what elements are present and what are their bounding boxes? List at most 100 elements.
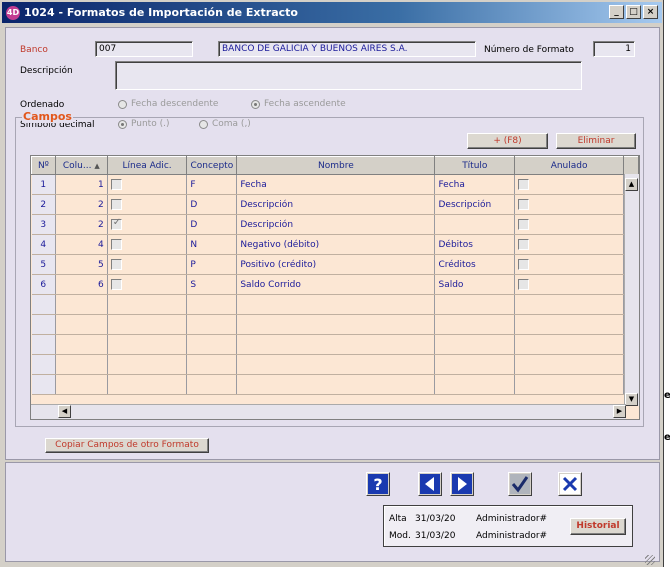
cell-anulado[interactable] xyxy=(514,174,625,195)
accept-button[interactable] xyxy=(508,472,532,496)
cancel-button[interactable] xyxy=(558,472,582,496)
title-bar[interactable]: 4D 1024 - Formatos de Importación de Ext… xyxy=(2,2,662,23)
cell-nombre[interactable]: Negativo (débito) xyxy=(236,234,436,255)
horizontal-scrollbar[interactable]: ◀ ▶ xyxy=(31,404,626,419)
table-row[interactable]: 4 4 N Negativo (débito) Débitos xyxy=(31,234,639,255)
cell-linea[interactable] xyxy=(107,274,188,295)
cell-nombre[interactable]: Descripción xyxy=(236,214,436,235)
anulado-checkbox[interactable] xyxy=(518,279,530,290)
linea-checkbox[interactable] xyxy=(110,179,122,190)
cell-titulo[interactable]: Créditos xyxy=(434,254,516,275)
cell-concepto[interactable]: F xyxy=(186,174,238,195)
cell-titulo[interactable]: Fecha xyxy=(434,174,516,195)
cell-columna[interactable]: 1 xyxy=(55,174,108,195)
linea-checkbox[interactable] xyxy=(110,239,122,250)
resize-grip-icon[interactable] xyxy=(645,555,655,565)
cell-concepto[interactable]: S xyxy=(186,274,238,295)
anulado-checkbox[interactable] xyxy=(518,219,530,230)
anulado-checkbox[interactable] xyxy=(518,199,530,210)
empty-row[interactable] xyxy=(31,354,639,375)
copy-fields-button[interactable]: Copiar Campos de otro Formato xyxy=(45,438,209,453)
empty-row[interactable] xyxy=(31,374,639,395)
cell-columna[interactable]: 2 xyxy=(55,194,108,215)
cell-linea[interactable] xyxy=(107,174,188,195)
cell-columna[interactable]: 4 xyxy=(55,234,108,255)
cell-columna[interactable]: 6 xyxy=(55,274,108,295)
banco-code-field[interactable]: 007 xyxy=(95,41,193,57)
cell-nombre[interactable]: Positivo (crédito) xyxy=(236,254,436,275)
empty-cell xyxy=(236,374,436,395)
cell-concepto[interactable]: N xyxy=(186,234,238,255)
linea-checkbox[interactable] xyxy=(110,217,122,230)
radio-fecha-ascendente[interactable]: Fecha ascendente xyxy=(251,99,346,109)
cell-anulado[interactable] xyxy=(514,254,625,275)
cell-anulado[interactable] xyxy=(514,274,625,295)
cell-nombre[interactable]: Saldo Corrido xyxy=(236,274,436,295)
table-row[interactable]: 5 5 P Positivo (crédito) Créditos xyxy=(31,254,639,275)
descripcion-field[interactable] xyxy=(115,61,582,90)
col-header-concepto[interactable]: Concepto xyxy=(186,156,238,175)
anulado-checkbox[interactable] xyxy=(518,239,530,250)
cell-concepto[interactable]: D xyxy=(186,214,238,235)
scroll-left-icon[interactable]: ◀ xyxy=(58,405,71,418)
col-header-titulo[interactable]: Título xyxy=(434,156,516,175)
scroll-down-icon[interactable]: ▼ xyxy=(625,393,638,406)
anulado-checkbox[interactable] xyxy=(518,179,530,190)
anulado-checkbox[interactable] xyxy=(518,259,530,270)
cell-linea[interactable] xyxy=(107,234,188,255)
table-row[interactable]: 1 1 F Fecha Fecha xyxy=(31,174,639,195)
descripcion-label: Descripción xyxy=(20,66,73,76)
linea-checkbox[interactable] xyxy=(110,259,122,270)
cell-columna[interactable]: 5 xyxy=(55,254,108,275)
radio-circle xyxy=(251,99,260,109)
empty-cell xyxy=(31,334,56,355)
minimize-button[interactable]: _ xyxy=(609,5,624,19)
historial-button[interactable]: Historial xyxy=(570,518,626,535)
cell-linea[interactable] xyxy=(107,194,188,215)
delete-field-button[interactable]: Eliminar xyxy=(556,133,636,149)
cell-titulo[interactable]: Débitos xyxy=(434,234,516,255)
scroll-right-icon[interactable]: ▶ xyxy=(613,405,626,418)
add-field-button[interactable]: + (F8) xyxy=(467,133,548,149)
cell-anulado[interactable] xyxy=(514,194,625,215)
table-row[interactable]: 2 2 D Descripción Descripción xyxy=(31,194,639,215)
linea-checkbox[interactable] xyxy=(110,279,122,290)
cell-anulado[interactable] xyxy=(514,234,625,255)
cell-nombre[interactable]: Fecha xyxy=(236,174,436,195)
close-window-button[interactable]: × xyxy=(643,5,658,19)
empty-cell xyxy=(55,374,108,395)
maximize-button[interactable]: □ xyxy=(626,5,641,19)
linea-checkbox[interactable] xyxy=(110,199,122,210)
cell-concepto[interactable]: D xyxy=(186,194,238,215)
empty-row[interactable] xyxy=(31,334,639,355)
cell-anulado[interactable] xyxy=(514,214,625,235)
col-header-linea[interactable]: Línea Adic. xyxy=(106,156,188,175)
col-header-columna[interactable]: Colu... ▲ xyxy=(54,156,108,175)
app-logo-icon: 4D xyxy=(6,5,20,20)
help-button[interactable]: ? xyxy=(366,472,390,496)
cell-columna[interactable]: 2 xyxy=(55,214,108,235)
radio-fecha-descendente[interactable]: Fecha descendente xyxy=(118,99,218,109)
cell-titulo[interactable]: Saldo xyxy=(434,274,516,295)
table-row[interactable]: 6 6 S Saldo Corrido Saldo xyxy=(31,274,639,295)
empty-row[interactable] xyxy=(31,314,639,335)
scroll-up-icon[interactable]: ▲ xyxy=(625,178,638,191)
empty-row[interactable] xyxy=(31,294,639,315)
next-button[interactable] xyxy=(450,472,474,496)
vertical-scrollbar[interactable]: ▲ ▼ xyxy=(624,174,639,406)
arrow-left-icon xyxy=(420,474,440,494)
cell-linea[interactable] xyxy=(107,214,188,235)
cell-titulo[interactable]: Descripción xyxy=(434,194,516,215)
col-header-anulado[interactable]: Anulado xyxy=(514,156,625,175)
cell-titulo[interactable] xyxy=(434,214,516,235)
previous-button[interactable] xyxy=(418,472,442,496)
col-header-n[interactable]: Nº xyxy=(31,156,56,175)
cell-nombre[interactable]: Descripción xyxy=(236,194,436,215)
radio-circle xyxy=(118,99,127,109)
cell-linea[interactable] xyxy=(107,254,188,275)
formato-field[interactable]: 1 xyxy=(593,41,635,57)
table-row[interactable]: 32 DDescripción xyxy=(31,214,639,235)
cell-concepto[interactable]: P xyxy=(186,254,238,275)
campos-grid[interactable]: Nº Colu... ▲ Línea Adic. Concepto Nombre… xyxy=(30,155,640,420)
col-header-nombre[interactable]: Nombre xyxy=(236,156,436,175)
